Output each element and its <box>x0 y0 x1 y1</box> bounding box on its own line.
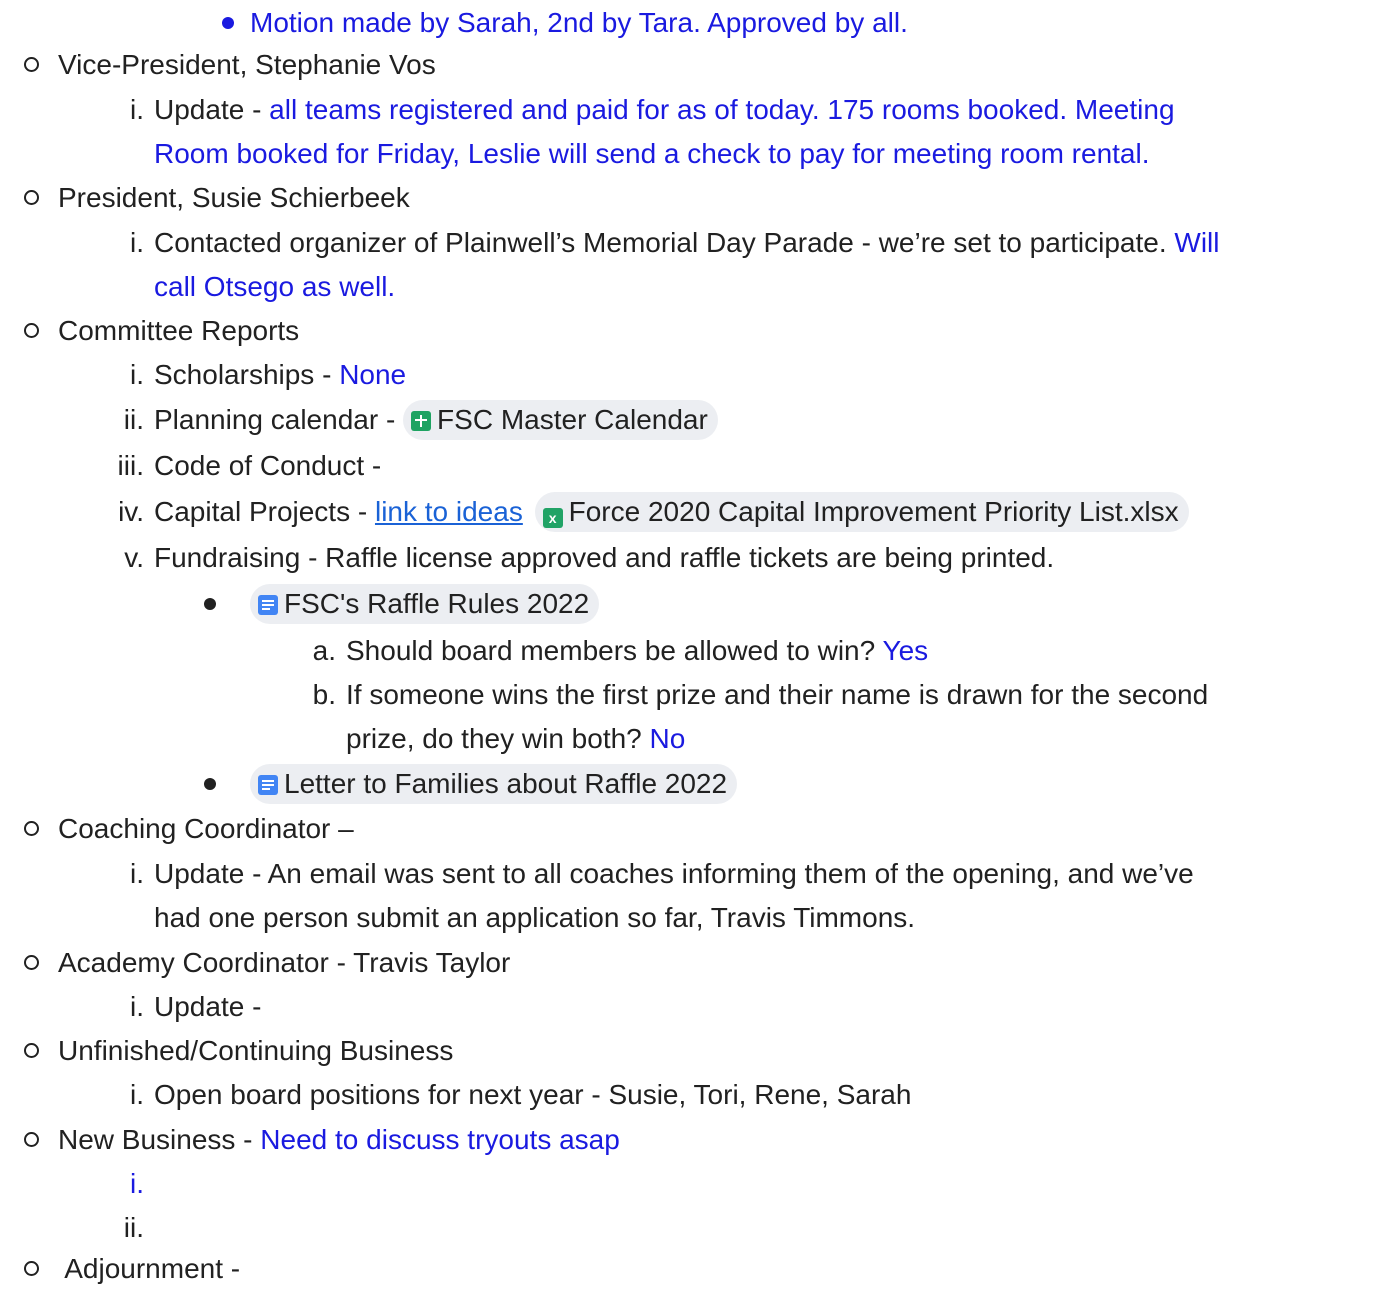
list-item-text: had one person submit an application so … <box>154 902 916 933</box>
bullet-marker <box>204 778 216 790</box>
list-item: v. Fundraising - Raffle license approved… <box>124 535 1055 581</box>
list-item-text: Should board members be allowed to win? <box>346 635 883 666</box>
list-item-text: Planning calendar - <box>154 404 404 435</box>
list-item-text: Scholarships - <box>154 359 340 390</box>
circle-bullet-marker <box>24 821 39 836</box>
chip-label: FSC's Raffle Rules 2022 <box>284 587 590 619</box>
list-item-text: Update - <box>154 94 270 125</box>
list-number: i. <box>130 94 144 125</box>
link-to-ideas[interactable]: link to ideas <box>375 496 523 527</box>
list-item-text: Motion made by Sarah, 2nd by Tara. Appro… <box>250 7 908 38</box>
list-item: b. If someone wins the first prize and t… <box>313 672 1209 718</box>
list-number: i. <box>130 991 144 1022</box>
bullet-marker <box>204 598 216 610</box>
list-item-text: prize, do they win both? <box>346 723 650 754</box>
list-item-continuation: call Otsego as well. <box>154 264 395 310</box>
list-number: i. <box>130 858 144 889</box>
list-item: Letter to Families about Raffle 2022 <box>204 761 738 807</box>
list-item-text: Update - An email was sent to all coache… <box>154 858 1194 889</box>
chip-label: FSC Master Calendar <box>437 403 708 435</box>
list-item-text: call Otsego as well. <box>154 271 396 302</box>
document-page: Motion made by Sarah, 2nd by Tara. Appro… <box>0 0 1398 1286</box>
list-item-text: Will <box>1174 227 1220 258</box>
list-number: b. <box>312 679 336 710</box>
list-item-text: Contacted organizer of Plainwell’s Memor… <box>154 227 1175 258</box>
list-item-text: Code of Conduct - <box>154 450 382 481</box>
list-item-text: Vice-President, Stephanie Vos <box>58 49 436 80</box>
list-number: iv. <box>118 496 144 527</box>
list-item-text: Yes <box>882 635 929 666</box>
list-item-text: Fundraising - Raffle license approved an… <box>154 542 1055 573</box>
circle-bullet-marker <box>24 1261 39 1276</box>
list-item-president: President, Susie Schierbeek <box>24 175 410 221</box>
list-number: v. <box>124 542 144 573</box>
list-number: a. <box>312 635 336 666</box>
list-item: iv. Capital Projects - link to ideas x Fo… <box>118 489 1189 535</box>
list-item-text: No <box>649 723 686 754</box>
list-number: i. <box>130 1168 144 1199</box>
circle-bullet-marker <box>24 323 39 338</box>
list-item-text: Committee Reports <box>58 315 300 346</box>
circle-bullet-marker <box>24 190 39 205</box>
chip-label: Letter to Families about Raffle 2022 <box>284 767 728 799</box>
list-item: iii. Code of Conduct - <box>118 443 382 489</box>
list-number: ii. <box>123 404 144 435</box>
list-item-continuation: prize, do they win both? No <box>346 716 685 762</box>
list-number: iii. <box>117 450 144 481</box>
list-item-coaching-coordinator: Coaching Coordinator – <box>24 806 354 852</box>
list-item-text: Open board positions for next year - Sus… <box>154 1079 912 1110</box>
chip-label: Force 2020 Capital Improvement Priority … <box>568 495 1179 527</box>
list-item-text: None <box>339 359 407 390</box>
list-item: i. Open board positions for next year - … <box>130 1072 912 1118</box>
google-docs-icon <box>258 594 278 615</box>
list-item-text: Need to discuss tryouts asap <box>260 1124 620 1155</box>
list-item-text: all teams registered and paid for as of … <box>269 94 1175 125</box>
list-item: i. Update - <box>130 984 262 1030</box>
list-item-committee-reports: Committee Reports <box>24 308 299 354</box>
list-item-continuation: had one person submit an application so … <box>154 895 915 941</box>
list-item-continuation: Room booked for Friday, Leslie will send… <box>154 131 1150 177</box>
list-item-text: Update - <box>154 991 262 1022</box>
list-item-text: New Business - <box>58 1124 261 1155</box>
circle-bullet-marker <box>24 955 39 970</box>
bullet-marker <box>222 17 234 29</box>
list-item-adjournment: Adjournment - <box>24 1246 240 1292</box>
list-item: i. Contacted organizer of Plainwell’s Me… <box>130 220 1220 266</box>
list-number: i. <box>130 227 144 258</box>
smart-chip-raffle-rules[interactable]: FSC's Raffle Rules 2022 <box>250 583 600 624</box>
list-item-text: Capital Projects - <box>154 496 375 527</box>
list-item-text: Room booked for Friday, Leslie will send… <box>154 138 1150 169</box>
list-item-vice-president: Vice-President, Stephanie Vos <box>24 42 436 88</box>
list-item-text: President, Susie Schierbeek <box>58 182 410 213</box>
google-sheets-icon <box>411 410 432 431</box>
list-item: ii. Planning calendar - FSC Master Calen… <box>124 397 718 443</box>
excel-icon: x <box>542 507 563 528</box>
list-item: i. Update - An email was sent to all coa… <box>130 851 1194 897</box>
list-item: i. Scholarships - None <box>130 352 407 398</box>
circle-bullet-marker <box>24 1132 39 1147</box>
smart-chip-letter-to-families[interactable]: Letter to Families about Raffle 2022 <box>250 763 738 804</box>
smart-chip-capital-improvement[interactable]: x Force 2020 Capital Improvement Priority… <box>534 491 1189 532</box>
list-item-unfinished-business: Unfinished/Continuing Business <box>24 1028 453 1074</box>
list-number: ii. <box>123 1212 144 1243</box>
list-item: i. Update - all teams registered and pai… <box>130 87 1175 133</box>
list-item-academy-coordinator: Academy Coordinator - Travis Taylor <box>24 940 510 986</box>
smart-chip-master-calendar[interactable]: FSC Master Calendar <box>403 399 718 440</box>
list-number: i. <box>130 1079 144 1110</box>
google-docs-icon <box>258 774 278 795</box>
list-item: FSC's Raffle Rules 2022 <box>204 581 600 627</box>
list-item-text: If someone wins the first prize and thei… <box>346 679 1209 710</box>
list-item-new-business: New Business - Need to discuss tryouts a… <box>24 1117 620 1163</box>
list-item-text: Unfinished/Continuing Business <box>58 1035 454 1066</box>
list-item-text: Adjournment - <box>58 1253 241 1284</box>
list-number: i. <box>130 359 144 390</box>
circle-bullet-marker <box>24 1043 39 1058</box>
circle-bullet-marker <box>24 57 39 72</box>
list-item: Motion made by Sarah, 2nd by Tara. Appro… <box>222 0 908 46</box>
list-item: a. Should board members be allowed to wi… <box>313 628 929 674</box>
list-item-text: Academy Coordinator - Travis Taylor <box>58 947 511 978</box>
list-item-text: Coaching Coordinator – <box>58 813 354 844</box>
